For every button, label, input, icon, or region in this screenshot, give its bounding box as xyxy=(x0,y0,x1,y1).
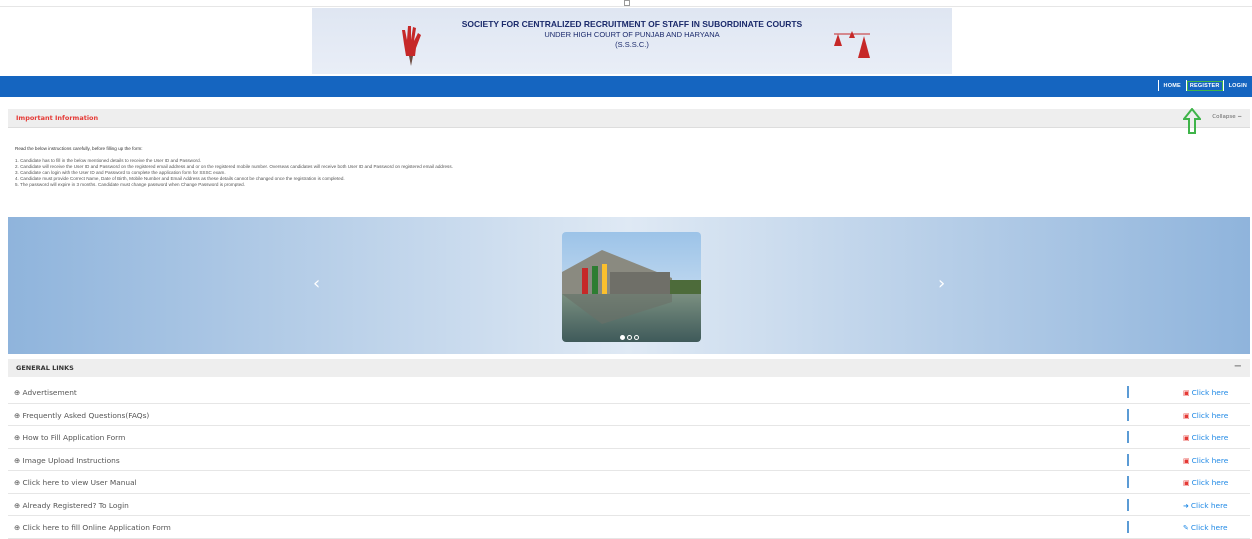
click-here-link[interactable]: ▣ Click here xyxy=(1183,478,1228,487)
general-links-list: ⊕ Advertisement ▣ Click here ⊕ Frequently… xyxy=(8,381,1250,539)
up-arrow-annotation-icon xyxy=(1183,108,1201,134)
carousel-dot[interactable] xyxy=(634,335,639,340)
top-navbar: HOME REGISTER LOGIN xyxy=(0,76,1252,97)
row-divider xyxy=(1127,431,1129,443)
pdf-icon: ▣ xyxy=(1183,434,1190,442)
row-divider xyxy=(1127,386,1129,398)
link-label: ⊕ Frequently Asked Questions(FAQs) xyxy=(14,410,150,420)
link-label: ⊕ Click here to view User Manual xyxy=(14,478,137,487)
link-label: ⊕ Advertisement xyxy=(14,388,77,397)
top-marker xyxy=(624,0,630,6)
link-row-advertisement: ⊕ Advertisement ▣ Click here xyxy=(8,381,1250,404)
click-here-link[interactable]: ✎ Click here xyxy=(1183,523,1228,532)
pdf-icon: ▣ xyxy=(1183,411,1190,420)
link-row-login: ⊕ Already Registered? To Login ➜ Click he… xyxy=(8,494,1250,516)
click-here-link[interactable]: ▣ Click here xyxy=(1183,411,1228,420)
court-building-image xyxy=(562,232,701,342)
carousel-slide-image xyxy=(562,232,701,342)
pdf-icon: ▣ xyxy=(1183,456,1190,465)
nav-register-link[interactable]: REGISTER xyxy=(1186,80,1223,91)
link-row-image-upload: ⊕ Image Upload Instructions ▣ Click here xyxy=(8,449,1250,471)
collapse-toggle[interactable]: Collapse − xyxy=(1212,114,1242,120)
row-divider xyxy=(1127,476,1129,488)
header-banner: SOCIETY FOR CENTRALIZED RECRUITMENT OF S… xyxy=(312,8,952,74)
general-links-title: GENERAL LINKS xyxy=(16,364,74,372)
minus-icon: − xyxy=(1237,114,1242,120)
row-divider xyxy=(1127,521,1129,533)
link-label: ⊕ How to Fill Application Form xyxy=(14,433,126,442)
nav-home-link[interactable]: HOME xyxy=(1159,83,1186,89)
row-divider xyxy=(1127,453,1129,466)
banner-abbreviation: (S.S.S.C.) xyxy=(615,40,649,49)
link-row-faqs: ⊕ Frequently Asked Questions(FAQs) ▣ Clic… xyxy=(8,404,1250,426)
instructions-block: Read the below instructions carefully, b… xyxy=(15,146,453,188)
main-nav: HOME REGISTER LOGIN xyxy=(1157,80,1252,91)
sign-in-icon: ➜ xyxy=(1183,501,1189,510)
link-row-online-form: ⊕ Click here to fill Online Application … xyxy=(8,516,1250,539)
row-divider xyxy=(1127,498,1129,511)
link-label: ⊕ Click here to fill Online Application … xyxy=(14,523,171,532)
top-divider xyxy=(0,6,1252,7)
banner-title: SOCIETY FOR CENTRALIZED RECRUITMENT OF S… xyxy=(461,19,803,29)
link-label: ⊕ Already Registered? To Login xyxy=(14,500,129,510)
instructions-lead: Read the below instructions carefully, b… xyxy=(15,146,143,151)
general-links-header: GENERAL LINKS − xyxy=(8,359,1250,377)
banner-subtitle: UNDER HIGH COURT OF PUNJAB AND HARYANA xyxy=(544,30,720,39)
nav-login-link[interactable]: LOGIN xyxy=(1224,83,1252,89)
instruction-item: 5. The password will expire in 3 months.… xyxy=(15,182,245,187)
click-here-link[interactable]: ▣ Click here xyxy=(1183,433,1228,442)
link-row-user-manual: ⊕ Click here to view User Manual ▣ Click … xyxy=(8,471,1250,494)
carousel-indicators xyxy=(620,335,639,340)
click-here-link[interactable]: ▣ Click here xyxy=(1183,456,1228,465)
carousel-dot[interactable] xyxy=(620,335,625,340)
carousel-next-icon[interactable]: › xyxy=(938,273,945,294)
carousel-prev-icon[interactable]: ‹ xyxy=(313,273,320,294)
pdf-icon: ▣ xyxy=(1183,479,1190,487)
row-divider xyxy=(1127,408,1129,421)
general-links-collapse-icon[interactable]: − xyxy=(1234,361,1242,372)
image-carousel: ‹ › xyxy=(8,217,1250,354)
edit-icon: ✎ xyxy=(1183,524,1189,532)
important-info-title: Important Information xyxy=(16,114,99,122)
click-here-link[interactable]: ▣ Click here xyxy=(1183,388,1228,397)
collapse-label: Collapse xyxy=(1212,114,1236,120)
important-info-header: Important Information Collapse − xyxy=(8,109,1250,128)
carousel-dot[interactable] xyxy=(627,335,632,340)
pdf-icon: ▣ xyxy=(1183,389,1190,397)
link-row-how-to-fill: ⊕ How to Fill Application Form ▣ Click he… xyxy=(8,426,1250,449)
click-here-link[interactable]: ➜ Click here xyxy=(1183,501,1228,510)
link-label: ⊕ Image Upload Instructions xyxy=(14,455,120,465)
